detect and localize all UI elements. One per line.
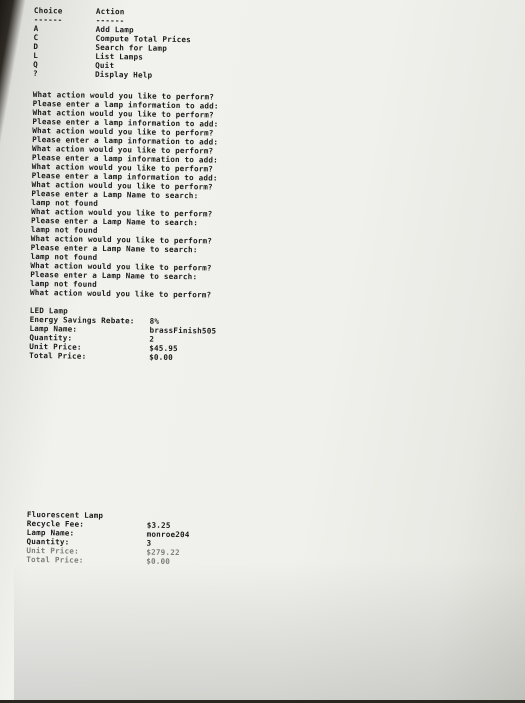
fluorescent-lamp-label: Total Price: <box>26 554 84 565</box>
fluorescent-lamp-value: monroe204 <box>146 529 190 540</box>
led-lamp-value: 8% <box>149 316 160 326</box>
menu-divider-action: ------ <box>95 15 125 26</box>
menu-action: Display Help <box>94 69 153 80</box>
menu-choice: ? <box>32 68 38 79</box>
console-output: Choice Action ------ ------ A Add Lamp C… <box>24 6 504 702</box>
fluorescent-lamp-value: 3 <box>146 538 152 548</box>
led-lamp-label: Total Price: <box>29 350 87 361</box>
led-lamp-value: $0.00 <box>149 352 174 362</box>
menu-action: Quit <box>95 60 115 71</box>
led-lamp-value: brassFinish505 <box>149 325 217 336</box>
menu-choice: Q <box>33 59 39 70</box>
menu-choice: C <box>33 32 39 43</box>
led-lamp-value: 2 <box>149 334 155 344</box>
menu-choice: A <box>33 23 39 34</box>
fluorescent-lamp-value: $279.22 <box>146 547 180 558</box>
led-lamp-value: $45.95 <box>149 343 178 354</box>
fluorescent-lamp-value: $0.00 <box>146 556 171 566</box>
menu-choice: D <box>33 41 39 52</box>
menu-choice: L <box>33 50 39 61</box>
fluorescent-lamp-value: $3.25 <box>146 520 171 530</box>
session-line: What action would you like to perform? <box>29 287 212 300</box>
menu-header-choice: Choice <box>33 6 63 16</box>
menu-header-action: Action <box>95 6 125 17</box>
menu-divider-choice: ------ <box>33 14 63 25</box>
